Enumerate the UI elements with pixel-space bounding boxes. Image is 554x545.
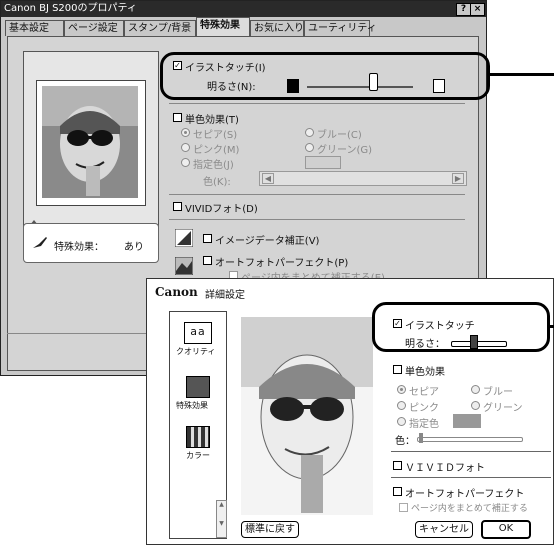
nav-quality-label[interactable]: クオリティ	[176, 346, 216, 357]
color-scrollbar[interactable]: ◀ ▶	[259, 171, 467, 186]
tab-page[interactable]: ページ設定	[64, 20, 124, 36]
dlg-custom-color-swatch	[453, 414, 481, 428]
vivid-photo-label: VIVIDフォト(D)	[185, 204, 258, 215]
dlg-radio-custom-label: 指定色	[409, 419, 439, 430]
title-bar: Canon BJ S200のプロパティ ? ×	[1, 1, 486, 17]
autophoto-checkbox[interactable]	[203, 256, 212, 265]
autophoto-label: オートフォトパーフェクト(P)	[215, 258, 349, 269]
radio-sepia[interactable]	[181, 128, 190, 137]
vivid-photo-checkbox[interactable]	[173, 202, 182, 211]
color-icon[interactable]	[186, 426, 210, 448]
scroll-right-icon[interactable]: ▶	[452, 173, 464, 184]
dlg-vivid-label: ＶＩＶＩＤフォト	[405, 463, 485, 474]
effect-status-value: あり	[124, 242, 144, 253]
radio-blue[interactable]	[305, 128, 314, 137]
tab-utility[interactable]: ユーティリティ	[304, 20, 377, 36]
mono-effect-label: 単色効果(T)	[185, 115, 239, 126]
dlg-radio-blue-label: ブルー	[483, 387, 513, 398]
dlg-radio-pink-label: ピンク	[409, 403, 439, 414]
dlg-page-batch-label: ページ内をまとめて補正する	[411, 504, 528, 514]
category-nav: aa クオリティ 特殊効果 カラー ▲ ▼	[169, 311, 227, 539]
ok-button[interactable]: OK	[481, 520, 531, 539]
dlg-autophoto-checkbox[interactable]	[393, 487, 402, 496]
radio-custom-color[interactable]	[181, 158, 190, 167]
radio-sepia-label: セピア(S)	[193, 130, 238, 141]
preview-page	[36, 80, 146, 206]
effect-status-box: 特殊効果： あり	[23, 223, 159, 263]
dlg-mono-checkbox[interactable]	[393, 365, 402, 374]
nav-scrollbar[interactable]: ▲ ▼	[216, 500, 227, 538]
dlg-color-label: 色：	[395, 436, 415, 447]
dlg-autophoto-label: オートフォトパーフェクト	[405, 489, 525, 500]
radio-custom-color-label: 指定色(J)	[193, 160, 234, 171]
effect-preview-photo	[241, 317, 373, 515]
tab-special-effects[interactable]: 特殊効果	[196, 17, 250, 37]
dialog-title: 詳細設定	[205, 290, 245, 301]
mono-effect-checkbox[interactable]	[173, 113, 182, 122]
nav-color-label[interactable]: カラー	[186, 450, 210, 461]
quality-icon[interactable]: aa	[184, 322, 212, 344]
effect-status-label: 特殊効果：	[54, 242, 104, 253]
callout-line	[490, 73, 554, 76]
preview-panel	[23, 51, 159, 231]
dlg-page-batch-checkbox[interactable]	[399, 503, 408, 512]
color-label: 色(K):	[203, 177, 231, 188]
separator	[391, 451, 551, 452]
dlg-radio-green-label: グリーン	[483, 403, 523, 414]
scroll-up-icon[interactable]: ▲	[217, 501, 226, 508]
close-button[interactable]: ×	[470, 3, 485, 16]
dlg-color-slider-thumb[interactable]	[419, 433, 423, 443]
separator	[391, 477, 551, 478]
canon-logo: Canon	[155, 285, 198, 299]
separator	[169, 219, 465, 220]
radio-pink[interactable]	[181, 143, 190, 152]
tab-basic[interactable]: 基本設定	[5, 20, 64, 36]
special-effects-icon[interactable]	[186, 376, 210, 398]
scroll-down-icon[interactable]: ▼	[217, 520, 226, 527]
tab-stamp[interactable]: スタンプ/背景	[124, 20, 196, 36]
cancel-button[interactable]: キャンセル	[415, 521, 473, 538]
dialog-highlight-callout	[372, 302, 550, 352]
autophoto-icon	[175, 257, 193, 275]
separator	[169, 103, 465, 104]
dlg-color-slider[interactable]	[417, 437, 523, 442]
image-data-correction-checkbox[interactable]	[203, 234, 212, 243]
highlight-callout	[160, 52, 490, 100]
dlg-radio-pink[interactable]	[397, 401, 406, 410]
dlg-vivid-checkbox[interactable]	[393, 461, 402, 470]
dlg-radio-green[interactable]	[471, 401, 480, 410]
tab-favorites[interactable]: お気に入り	[250, 20, 304, 36]
image-correction-icon	[175, 229, 193, 247]
radio-green[interactable]	[305, 143, 314, 152]
scroll-left-icon[interactable]: ◀	[262, 173, 274, 184]
dlg-radio-custom[interactable]	[397, 417, 406, 426]
dlg-radio-sepia[interactable]	[397, 385, 406, 394]
brush-icon	[33, 237, 47, 248]
dlg-radio-blue[interactable]	[471, 385, 480, 394]
custom-color-swatch	[305, 156, 341, 169]
window-title: Canon BJ S200のプロパティ	[4, 3, 137, 14]
preview-photo	[42, 86, 138, 198]
radio-green-label: グリーン(G)	[317, 145, 373, 156]
dlg-mono-label: 単色効果	[405, 367, 445, 378]
reset-button[interactable]: 標準に戻す	[241, 521, 299, 538]
dialog-callout-line	[548, 325, 554, 328]
image-data-correction-label: イメージデータ補正(V)	[215, 236, 320, 247]
radio-blue-label: ブルー(C)	[317, 130, 362, 141]
radio-pink-label: ピンク(M)	[193, 145, 240, 156]
help-button[interactable]: ?	[456, 3, 471, 16]
separator	[169, 194, 465, 195]
dlg-radio-sepia-label: セピア	[409, 387, 439, 398]
nav-special-effects-label[interactable]: 特殊効果	[176, 400, 208, 411]
